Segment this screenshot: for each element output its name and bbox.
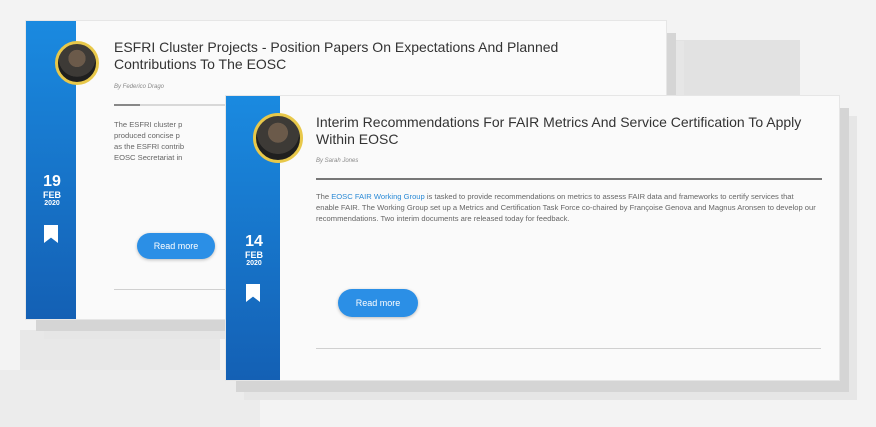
- post-date: 14 FEB 2020: [233, 234, 275, 268]
- author-avatar: [253, 113, 303, 163]
- excerpt-line: as the ESFRI contrib: [114, 142, 185, 151]
- title-divider: [316, 178, 822, 180]
- date-month: FEB: [43, 190, 61, 200]
- news-card-2: 14 FEB 2020 Interim Recommendations For …: [226, 96, 839, 380]
- post-title[interactable]: Interim Recommendations For FAIR Metrics…: [316, 114, 816, 148]
- date-day: 19: [43, 173, 61, 190]
- author-avatar: [55, 41, 99, 85]
- background-block: [660, 40, 800, 100]
- date-year: 2020: [44, 200, 60, 207]
- background-block: [20, 330, 220, 370]
- card-footer-line: [114, 289, 234, 290]
- post-author: By Federico Drago: [114, 84, 165, 90]
- post-date: 19 FEB 2020: [32, 174, 72, 208]
- excerpt-line: produced concise p: [114, 131, 180, 140]
- date-month: FEB: [245, 250, 263, 260]
- background-block: [0, 370, 260, 427]
- excerpt-line: The ESFRI cluster p: [114, 120, 183, 129]
- read-more-button[interactable]: Read more: [137, 233, 215, 259]
- post-excerpt: The ESFRI cluster p produced concise p a…: [114, 119, 224, 163]
- post-author: By Sarah Jones: [316, 158, 359, 164]
- date-day: 14: [245, 233, 263, 250]
- read-more-button[interactable]: Read more: [338, 289, 418, 317]
- date-year: 2020: [246, 260, 262, 267]
- body-text: The: [316, 192, 332, 201]
- post-title[interactable]: ESFRI Cluster Projects - Position Papers…: [114, 39, 634, 73]
- working-group-link[interactable]: EOSC FAIR Working Group: [331, 192, 425, 201]
- post-body: The EOSC FAIR Working Group is tasked to…: [316, 191, 818, 224]
- card-footer-line: [316, 348, 821, 349]
- excerpt-line: EOSC Secretariat in: [114, 153, 183, 162]
